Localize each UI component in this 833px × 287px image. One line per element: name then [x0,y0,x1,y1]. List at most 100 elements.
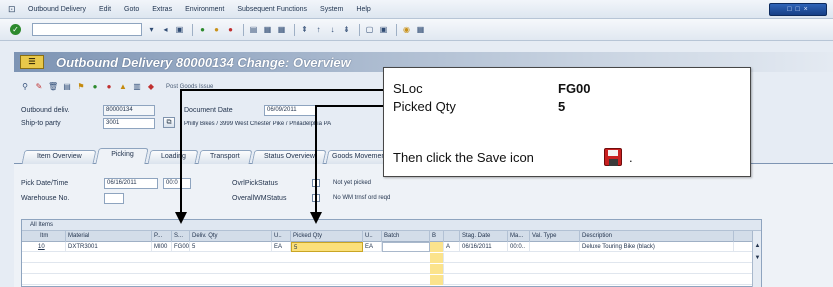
texts-icon[interactable]: ● [104,82,114,92]
col-deliv-qty[interactable]: Deliv. Qty [190,231,272,242]
col-item[interactable]: Itm [22,231,66,242]
menu-item-outbound-delivery[interactable]: Outbound Delivery [28,6,86,13]
callout-instruction: Then click the Save icon [393,150,534,165]
cell-picked-unit[interactable]: EA [363,242,382,252]
pick-time-field[interactable]: 00:0 [163,178,191,189]
col-picked-unit[interactable]: U.. [363,231,382,242]
scroll-up-icon[interactable]: ▲ [754,243,761,250]
cell-ma: 00:0.. [508,242,530,252]
menu-item-help[interactable]: Help [356,6,370,13]
back-nav-icon[interactable]: ◂ [160,24,171,35]
status-icon[interactable]: ◆ [146,82,156,92]
callout-picked-qty-label: Picked Qty [393,99,456,114]
menu-item-environment[interactable]: Environment [185,6,224,13]
scroll-down-icon[interactable]: ▼ [754,255,761,262]
col-batch[interactable]: Batch [382,231,430,242]
last-page-icon[interactable]: ⇟ [341,24,352,35]
cell-val-type [530,242,580,252]
help-icon[interactable]: ◉ [401,24,412,35]
col-stag-date[interactable]: Stag. Date [460,231,508,242]
back-icon[interactable]: ● [197,24,208,35]
warehouse-label: Warehouse No. [21,195,70,202]
enter-icon[interactable]: ✓ [10,24,21,35]
menu-item-subsequent-functions[interactable]: Subsequent Functions [237,6,307,13]
tab-status-overview[interactable]: Status Overview [251,150,327,164]
sap-menu-icon[interactable]: ⊡ [8,4,20,14]
delete-icon[interactable]: 🗑 [48,82,58,92]
ship-to-field[interactable]: 3001 [103,118,155,129]
tab-transport[interactable]: Transport [197,150,253,164]
document-date-field[interactable]: 06/09/2011 [264,105,316,116]
overall-wm-status-indicator [312,194,320,202]
callout-sloc-value: FG00 [558,81,591,96]
exit-icon[interactable]: ● [211,24,222,35]
table-vertical-scrollbar[interactable]: ▲ ▼ [752,231,761,287]
find-next-icon[interactable]: ▦ [276,24,287,35]
col-sloc[interactable]: S... [172,231,190,242]
table-row[interactable] [22,264,761,274]
ship-to-address: Philly Bikes / 3999 West Chester Pike / … [184,121,332,127]
col-val-type[interactable]: Val. Type [530,231,580,242]
cell-b[interactable] [430,275,444,285]
cell-b[interactable] [430,264,444,274]
other-delivery-icon[interactable]: ✎ [34,82,44,92]
ovrl-pick-status-text: Not yet picked [333,180,372,186]
table-row[interactable] [22,275,761,285]
tab-picking[interactable]: Picking [95,148,149,164]
next-page-icon[interactable]: ↓ [327,24,338,35]
toolbar-separator [192,23,193,36]
window-controls[interactable]: □ □ × [769,3,827,16]
layout-icon[interactable]: ▦ [415,24,426,35]
command-field[interactable] [32,23,142,36]
warehouse-field[interactable] [104,193,124,204]
menu-item-edit[interactable]: Edit [99,6,111,13]
cell-b[interactable] [430,253,444,263]
callout-sloc-label: SLoc [393,81,423,96]
command-dropdown-icon[interactable]: ▾ [146,24,157,35]
menu-item-system[interactable]: System [320,6,343,13]
cell-batch[interactable] [382,242,430,252]
col-picked-qty[interactable]: Picked Qty [291,231,363,242]
col-b[interactable]: B [430,231,444,242]
cell-stag-date: 06/16/2011 [460,242,508,252]
item-icon[interactable]: ⚑ [76,82,86,92]
partner-details-button[interactable]: ⧉ [163,117,175,128]
tab-loading[interactable]: Loading [147,150,199,164]
cancel-icon[interactable]: ● [225,24,236,35]
shortcut-icon[interactable]: ▣ [378,24,389,35]
conditions-icon[interactable]: ▲ [118,82,128,92]
output-icon[interactable]: ▥ [132,82,142,92]
col-material[interactable]: Material [66,231,152,242]
cell-material: DXTR3001 [66,242,152,252]
header-icon[interactable]: ▤ [62,82,72,92]
standard-toolbar: ✓ ▾ ◂ ▣ ● ● ● ▤ ▦ ▦ ⇞ ↑ ↓ ⇟ ▢ ▣ ◉ ▦ [0,19,833,41]
save-toolbar-icon[interactable]: ▣ [174,24,185,35]
new-session-icon[interactable]: ▢ [364,24,375,35]
col-description[interactable]: Description [580,231,734,242]
table-row[interactable]: 10 DXTR3001 MI00 FG00 5 EA 5 EA A 06/16/… [22,242,761,252]
instruction-callout: SLoc FG00 Picked Qty 5 Then click the Sa… [383,67,751,177]
first-page-icon[interactable]: ⇞ [299,24,310,35]
app-menu-icon[interactable]: ☰ [20,55,44,69]
find-icon[interactable]: ▦ [262,24,273,35]
cell-picked-qty[interactable]: 5 [291,242,363,252]
menu-item-extras[interactable]: Extras [152,6,172,13]
cell-item[interactable]: 10 [22,242,66,252]
toolbar-separator [243,23,244,36]
post-goods-issue-button[interactable]: Post Goods Issue [166,84,213,90]
col-a[interactable] [444,231,460,242]
cell-sloc[interactable]: FG00 [172,242,190,252]
print-icon[interactable]: ▤ [248,24,259,35]
outbound-delivery-field: 80000134 [103,105,155,116]
pick-date-field[interactable]: 06/16/2011 [104,178,158,189]
tab-item-overview[interactable]: Item Overview [21,150,97,164]
table-row[interactable] [22,253,761,263]
col-ma[interactable]: Ma... [508,231,530,242]
col-deliv-unit[interactable]: U.. [272,231,291,242]
cell-b[interactable] [430,242,444,252]
menu-item-goto[interactable]: Goto [124,6,139,13]
partner-icon[interactable]: ● [90,82,100,92]
col-plant[interactable]: P... [152,231,172,242]
display-change-icon[interactable]: ⚲ [20,82,30,92]
prev-page-icon[interactable]: ↑ [313,24,324,35]
